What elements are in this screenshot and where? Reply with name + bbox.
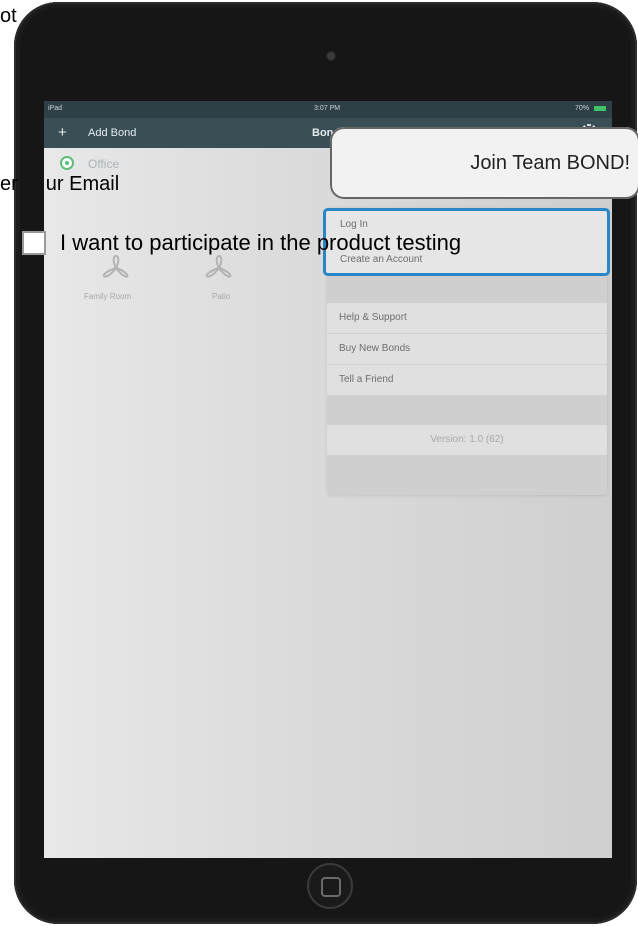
add-bond-button[interactable]: Add Bond: [88, 127, 136, 139]
status-bar: iPad 3:07 PM 70%: [44, 101, 612, 118]
version-row: Version: 1.0 (62): [327, 425, 607, 456]
fan-label: Family Room: [84, 292, 132, 301]
home-button-icon: [321, 877, 341, 897]
menu-item-tell[interactable]: Tell a Friend: [327, 365, 607, 396]
location-label[interactable]: Office: [88, 157, 119, 171]
battery-percent: 70%: [575, 105, 590, 112]
product-testing-checkbox[interactable]: [22, 231, 46, 255]
login-link[interactable]: Log In: [340, 219, 368, 230]
menu-item-label: Buy New Bonds: [339, 343, 411, 354]
email-label: er ur Email: [0, 173, 119, 196]
menu-item-label: Help & Support: [339, 312, 407, 323]
version-label: Version: 1.0 (62): [430, 434, 504, 445]
menu-item-buy[interactable]: Buy New Bonds: [327, 334, 607, 365]
status-time: 3:07 PM: [314, 105, 341, 112]
menu-item-label: Tell a Friend: [339, 374, 394, 385]
email-label-prefix: er: [0, 173, 18, 195]
location-radio[interactable]: [60, 156, 74, 170]
join-team-button[interactable]: Join Team BOND!: [330, 127, 638, 199]
join-team-label: Join Team BOND!: [470, 151, 630, 174]
fan-label: Patio: [212, 292, 231, 301]
menu-item-help[interactable]: Help & Support: [327, 303, 607, 334]
battery-icon: [594, 105, 606, 111]
product-testing-label: I want to participate in the product tes…: [60, 230, 462, 255]
camera-icon: [327, 52, 335, 60]
status-carrier: iPad: [48, 105, 63, 112]
home-button[interactable]: [307, 863, 353, 909]
partial-text: ot: [0, 5, 17, 27]
email-label-suffix: ur Email: [45, 173, 120, 195]
plus-icon[interactable]: +: [58, 124, 67, 141]
status-battery: 70%: [575, 105, 606, 112]
